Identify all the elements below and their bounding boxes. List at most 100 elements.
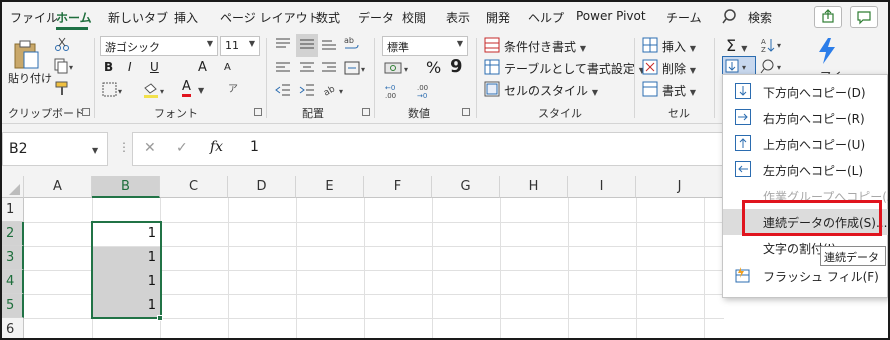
format-painter-icon[interactable] bbox=[54, 80, 70, 99]
decrease-indent-icon[interactable] bbox=[274, 82, 292, 101]
tab-insert[interactable]: 挿入 bbox=[174, 9, 198, 26]
fill-right-item[interactable]: 右方向へコピー(R) bbox=[723, 105, 888, 131]
tab-formulas[interactable]: 数式 bbox=[316, 9, 340, 26]
cell-b4[interactable]: 1 bbox=[96, 274, 156, 289]
column-header-g[interactable]: G bbox=[432, 176, 500, 198]
fill-color-icon[interactable]: ▾ bbox=[142, 82, 168, 103]
formula-input[interactable]: 1 bbox=[250, 139, 259, 155]
name-box-dropdown-icon[interactable]: ▼ bbox=[92, 142, 98, 156]
cut-icon[interactable] bbox=[54, 36, 70, 55]
tab-home[interactable]: ホーム bbox=[56, 9, 92, 26]
formula-bar-handle-icon[interactable]: ⋮ bbox=[118, 140, 130, 154]
flash-fill-item[interactable]: フラッシュ フィル(F) bbox=[723, 263, 888, 289]
orientation-icon[interactable]: ab ▾ bbox=[322, 82, 348, 101]
increase-decimal-icon[interactable]: ←0.00 bbox=[384, 82, 410, 103]
cell-styles-icon[interactable] bbox=[484, 81, 500, 100]
alignment-launcher-icon[interactable] bbox=[362, 108, 370, 116]
cell-b2[interactable]: 1 bbox=[96, 226, 156, 241]
align-top-icon[interactable] bbox=[274, 36, 292, 55]
column-header-i[interactable]: I bbox=[568, 176, 636, 198]
fill-up-item[interactable]: 上方向へコピー(U) bbox=[723, 131, 888, 157]
format-as-table-button[interactable]: テーブルとして書式設定 ▼ bbox=[504, 60, 645, 77]
currency-icon[interactable]: ▾ bbox=[384, 60, 414, 79]
column-header-a[interactable]: A bbox=[24, 176, 92, 198]
merge-center-icon[interactable]: ▾ bbox=[344, 60, 368, 79]
border-icon[interactable]: ▾ bbox=[102, 82, 126, 101]
format-as-table-icon[interactable] bbox=[484, 59, 500, 78]
tab-team[interactable]: チーム bbox=[666, 9, 702, 26]
align-right-icon[interactable] bbox=[320, 60, 338, 79]
decrease-decimal-icon[interactable]: .00 →0 bbox=[416, 82, 442, 103]
align-bottom-icon[interactable] bbox=[320, 36, 338, 55]
search-icon[interactable] bbox=[722, 7, 742, 30]
cancel-icon[interactable]: ✕ bbox=[144, 140, 156, 156]
wrap-text-icon[interactable]: ab bbox=[342, 34, 362, 57]
align-left-icon[interactable] bbox=[274, 60, 292, 79]
select-all-corner[interactable] bbox=[2, 176, 24, 198]
increase-indent-icon[interactable] bbox=[298, 82, 316, 101]
bold-button[interactable]: B bbox=[104, 60, 113, 74]
tab-view[interactable]: 表示 bbox=[446, 9, 470, 26]
share-button[interactable] bbox=[814, 6, 842, 28]
row-header-3[interactable]: 3 bbox=[2, 246, 24, 270]
font-name-select[interactable]: 游ゴシック ▼ bbox=[100, 36, 218, 56]
fill-down-item[interactable]: 下方向へコピー(D) bbox=[723, 79, 888, 105]
font-launcher-icon[interactable] bbox=[254, 108, 262, 116]
insert-cells-button[interactable]: 挿入 ▼ bbox=[662, 38, 696, 55]
row-header-2[interactable]: 2 bbox=[2, 222, 24, 246]
format-cells-button[interactable]: 書式 ▼ bbox=[662, 82, 696, 99]
cell-b5[interactable]: 1 bbox=[96, 298, 156, 313]
ideas-icon[interactable] bbox=[814, 36, 840, 69]
cell-styles-button[interactable]: セルのスタイル ▼ bbox=[504, 82, 598, 99]
sort-filter-icon[interactable]: A Z ▾ bbox=[760, 36, 786, 57]
tab-help[interactable]: ヘルプ bbox=[528, 9, 564, 26]
tab-file[interactable]: ファイル bbox=[10, 9, 58, 26]
row-header-1[interactable]: 1 bbox=[2, 198, 24, 222]
font-size-select[interactable]: 11 ▼ bbox=[220, 36, 260, 56]
tab-new[interactable]: 新しいタブ bbox=[108, 9, 168, 26]
comment-button[interactable] bbox=[850, 6, 878, 28]
delete-cells-button[interactable]: 削除 ▼ bbox=[662, 60, 696, 77]
delete-cells-icon[interactable] bbox=[642, 59, 658, 78]
grow-font-button[interactable]: A bbox=[198, 60, 207, 75]
paste-button[interactable]: 貼り付け bbox=[8, 70, 52, 86]
column-header-d[interactable]: D bbox=[228, 176, 296, 198]
italic-button[interactable]: I bbox=[128, 60, 132, 74]
clipboard-launcher-icon[interactable] bbox=[82, 108, 90, 116]
column-header-e[interactable]: E bbox=[296, 176, 364, 198]
font-color-button[interactable]: A bbox=[182, 80, 191, 97]
number-format-select[interactable]: 標準 ▼ bbox=[382, 36, 468, 56]
align-middle-icon[interactable] bbox=[296, 34, 318, 57]
search-label[interactable]: 検索 bbox=[748, 9, 772, 26]
tab-power-pivot[interactable]: Power Pivot bbox=[576, 9, 646, 23]
column-header-b[interactable]: B bbox=[92, 176, 160, 198]
column-header-h[interactable]: H bbox=[500, 176, 568, 198]
tab-page-layout[interactable]: ページ レイアウト bbox=[220, 9, 320, 26]
cell-b3[interactable]: 1 bbox=[96, 250, 156, 265]
comma-style-button[interactable]: 9 bbox=[450, 56, 463, 77]
fill-left-item[interactable]: 左方向へコピー(L) bbox=[723, 157, 888, 183]
tab-review[interactable]: 校閲 bbox=[402, 9, 426, 26]
align-center-icon[interactable] bbox=[298, 60, 316, 79]
column-header-j[interactable]: J bbox=[636, 176, 724, 198]
percent-button[interactable]: % bbox=[426, 58, 441, 77]
fill-handle[interactable] bbox=[157, 315, 163, 321]
autosum-button[interactable]: Σ ▼ bbox=[726, 36, 747, 55]
column-header-f[interactable]: F bbox=[364, 176, 432, 198]
number-launcher-icon[interactable] bbox=[462, 108, 470, 116]
copy-icon[interactable]: ▾ bbox=[54, 58, 76, 77]
row-header-4[interactable]: 4 bbox=[2, 270, 24, 294]
insert-cells-icon[interactable] bbox=[642, 37, 658, 56]
shrink-font-button[interactable]: A bbox=[224, 62, 231, 73]
insert-function-button[interactable]: fx bbox=[210, 139, 223, 155]
conditional-format-button[interactable]: 条件付き書式 ▼ bbox=[504, 38, 586, 55]
tab-data[interactable]: データ bbox=[358, 9, 394, 26]
enter-icon[interactable]: ✓ bbox=[176, 140, 188, 156]
format-cells-icon[interactable] bbox=[642, 81, 658, 100]
tab-developer[interactable]: 開発 bbox=[486, 9, 510, 26]
conditional-format-icon[interactable] bbox=[484, 37, 500, 56]
row-header-5[interactable]: 5 bbox=[2, 294, 24, 318]
paste-icon[interactable] bbox=[12, 38, 42, 73]
column-header-c[interactable]: C bbox=[160, 176, 228, 198]
underline-button[interactable]: U bbox=[150, 60, 159, 74]
